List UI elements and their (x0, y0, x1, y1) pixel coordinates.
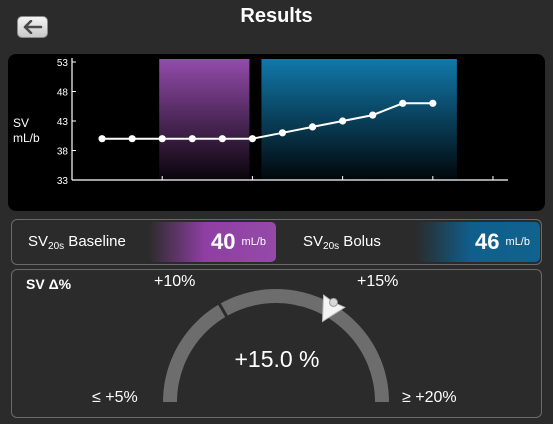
highlight-region-bolus (261, 59, 457, 180)
baseline-label: SV20s Baseline (28, 233, 126, 252)
gauge-min-label: ≤ +5% (92, 389, 138, 406)
sv-summary-bar: SV20s Baseline 40 mL/b SV20s Bolus 46 mL… (11, 219, 542, 265)
sv-data-point (308, 123, 317, 131)
y-tick-label: 48 (57, 88, 69, 99)
baseline-value: 40 (211, 229, 236, 254)
sv-data-point (98, 135, 106, 143)
bolus-value-box: 46 mL/b (416, 222, 540, 262)
sv-data-point (158, 135, 166, 143)
y-tick-label: 38 (57, 147, 69, 158)
bolus-value: 46 (475, 229, 500, 254)
sv-data-point (339, 117, 347, 125)
sv-data-point (369, 111, 377, 119)
sv-data-point (429, 99, 437, 107)
y-tick-label: 33 (57, 176, 69, 187)
y-tick-label: 53 (57, 58, 69, 69)
header: Results (0, 0, 553, 50)
gauge-mark-15-label: +15% (357, 273, 399, 290)
gauge-pointer-hub (329, 297, 338, 307)
sv-trend-chart: SV mL/b 53 48 43 38 33 (8, 54, 545, 211)
sv-data-point (188, 135, 196, 143)
sv-data-point (128, 135, 136, 143)
sv-data-point (218, 135, 226, 143)
sv-data-point (248, 135, 257, 143)
bolus-label: SV20s Bolus (303, 233, 381, 252)
chart-plot: 53 48 43 38 33 (57, 58, 508, 187)
gauge-max-label: ≥ +20% (402, 389, 457, 406)
sv-data-point (399, 99, 407, 107)
highlight-region-baseline (159, 59, 250, 180)
bolus-unit: mL/b (505, 236, 530, 248)
baseline-value-box: 40 mL/b (148, 222, 276, 262)
y-tick-label: 43 (57, 117, 69, 128)
gauge-value: +15.0 % (234, 346, 320, 372)
gauge-mark-10-label: +10% (154, 273, 196, 290)
sv-delta-gauge-panel: SV Δ% +10% +15% ≤ +5% ≥ +20% +15.0 % (11, 269, 542, 418)
baseline-unit: mL/b (241, 236, 266, 248)
page-title: Results (240, 5, 313, 27)
sv-data-point (278, 129, 287, 137)
